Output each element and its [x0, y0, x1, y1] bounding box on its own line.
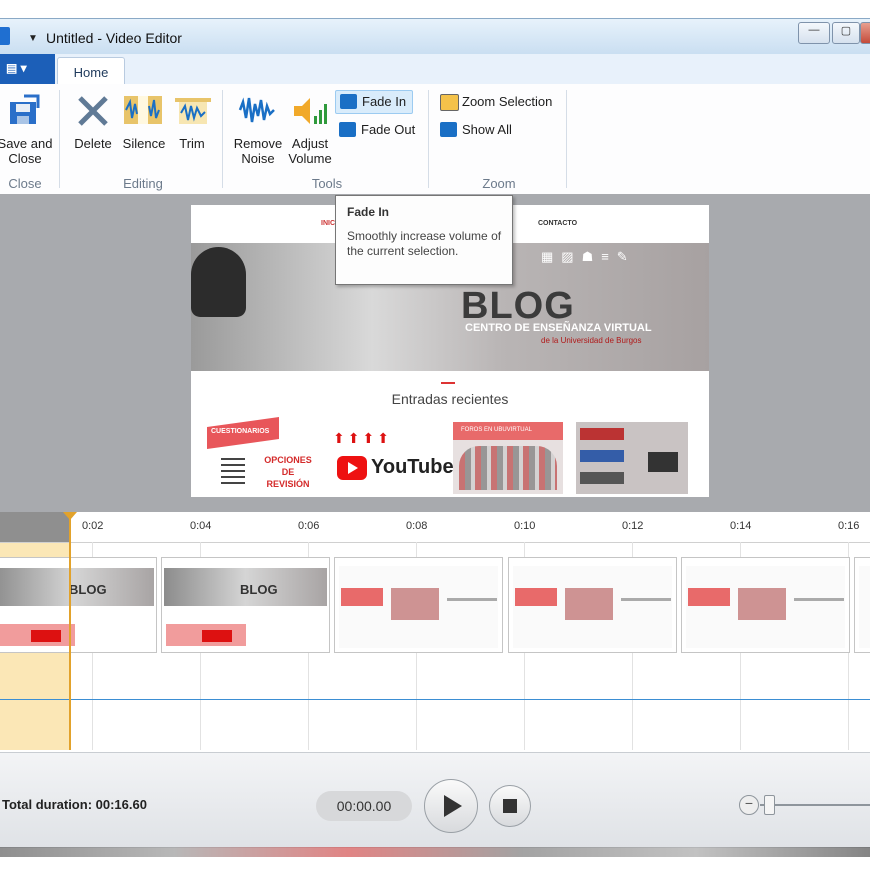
show-all-button[interactable]: Show All — [436, 119, 526, 141]
group-separator — [566, 90, 567, 188]
close-window-button[interactable] — [860, 22, 870, 44]
group-label-tools: Tools — [311, 176, 343, 191]
trim-icon — [175, 98, 211, 124]
current-time-display: 00:00.00 — [316, 791, 412, 821]
save-and-close-button[interactable]: Save and Close — [0, 92, 52, 170]
ruler-tick-label: 0:16 — [838, 520, 860, 532]
group-separator — [428, 90, 429, 188]
ruler-tick-label: 0:12 — [622, 520, 644, 532]
ruler-selection — [0, 512, 70, 542]
post-thumbnail-youtube: ⬆⬆⬆⬆ YouTube — [333, 430, 454, 480]
fade-in-icon — [340, 94, 357, 109]
ruler-tick-label: 0:10 — [514, 520, 536, 532]
menu-icon: ▤ ▾ — [6, 61, 27, 75]
group-label-close: Close — [8, 176, 42, 191]
blog-subtitle: CENTRO DE ENSEÑANZA VIRTUAL — [465, 322, 652, 334]
group-separator — [222, 90, 223, 188]
zoom-selection-button[interactable]: Zoom Selection — [436, 91, 560, 113]
post-thumbnail-quizzes: CUESTIONARIOS OPCIONES DE REVISIÓN — [207, 416, 319, 494]
ruler-tick-label: 0:04 — [190, 520, 212, 532]
tab-home[interactable]: Home — [57, 57, 125, 86]
clip-thumbnail[interactable] — [508, 557, 677, 653]
group-label-editing: Editing — [123, 176, 163, 191]
tooltip-title: Fade In — [347, 205, 390, 219]
clip-thumbnail[interactable]: BLOG — [161, 557, 330, 653]
recent-posts-heading: Entradas recientes — [391, 391, 509, 407]
background-strip — [0, 847, 870, 857]
hero-icons: ▦▨☗≡✎ — [541, 249, 636, 264]
fade-in-button[interactable]: Fade In — [335, 90, 413, 114]
zoom-selection-icon — [440, 94, 459, 111]
maximize-icon: ▢ — [840, 25, 852, 37]
quick-access-dropdown-icon[interactable]: ▼ — [28, 33, 38, 44]
ruler-tick-label: 0:02 — [82, 520, 104, 532]
divider — [441, 382, 455, 384]
zoom-slider-thumb[interactable] — [764, 795, 775, 815]
trim-button[interactable]: Trim — [172, 92, 212, 162]
clip-thumbnail[interactable]: BLOG — [0, 557, 157, 653]
clip-thumbnail[interactable] — [681, 557, 850, 653]
fade-in-tooltip: Fade In Smoothly increase volume of the … — [335, 195, 513, 285]
maximize-button[interactable]: ▢ — [832, 22, 860, 44]
playhead-handle[interactable] — [63, 512, 77, 520]
silence-waveform-icon — [124, 96, 162, 124]
stop-button[interactable] — [489, 785, 531, 827]
tooltip-body: Smoothly increase volume of the current … — [347, 229, 502, 258]
ruler-tick-label: 0:14 — [730, 520, 752, 532]
delete-button[interactable]: Delete — [70, 92, 116, 162]
clip-thumbnail[interactable] — [334, 557, 503, 653]
audio-waveform-line[interactable] — [0, 699, 870, 700]
show-all-icon — [440, 122, 457, 137]
post-thumbnail-forums: FOROS EN UBUVIRTUAL — [453, 422, 563, 494]
ribbon-tab-row — [0, 54, 870, 85]
total-duration: Total duration: 00:16.60 — [2, 797, 147, 812]
playhead[interactable] — [69, 512, 71, 750]
app-icon[interactable] — [0, 27, 10, 45]
adjust-volume-button[interactable]: Adjust Volume — [286, 92, 334, 168]
save-and-close-icon — [10, 94, 40, 124]
stop-icon — [503, 799, 517, 813]
fade-out-icon — [339, 122, 356, 137]
remove-noise-button[interactable]: Remove Noise — [232, 92, 284, 168]
silence-button[interactable]: Silence — [120, 92, 168, 162]
window-title: Untitled - Video Editor — [46, 30, 182, 46]
save-and-close-label: Save and Close — [0, 136, 53, 166]
play-icon — [444, 795, 462, 817]
delete-icon — [78, 96, 108, 126]
fade-out-button[interactable]: Fade Out — [335, 119, 425, 141]
group-separator — [59, 90, 60, 188]
microphone-image — [191, 247, 246, 317]
blog-subtitle-2: de la Universidad de Burgos — [541, 336, 642, 345]
volume-icon — [294, 98, 327, 124]
clip-thumbnail[interactable] — [854, 557, 870, 653]
zoom-out-button[interactable]: − — [739, 795, 759, 815]
group-label-zoom: Zoom — [482, 176, 516, 191]
remove-noise-icon — [238, 97, 275, 123]
play-button[interactable] — [424, 779, 478, 833]
post-thumbnail-signs — [576, 422, 688, 494]
minimize-icon: — — [808, 24, 820, 36]
title-bar: ▼ Untitled - Video Editor — ▢ — [0, 18, 870, 55]
application-menu-button[interactable]: ▤ ▾ — [0, 54, 55, 84]
ruler-tick-label: 0:08 — [406, 520, 428, 532]
minimize-button[interactable]: — — [798, 22, 830, 44]
zoom-slider-track[interactable] — [760, 804, 870, 806]
ruler-tick-label: 0:06 — [298, 520, 320, 532]
